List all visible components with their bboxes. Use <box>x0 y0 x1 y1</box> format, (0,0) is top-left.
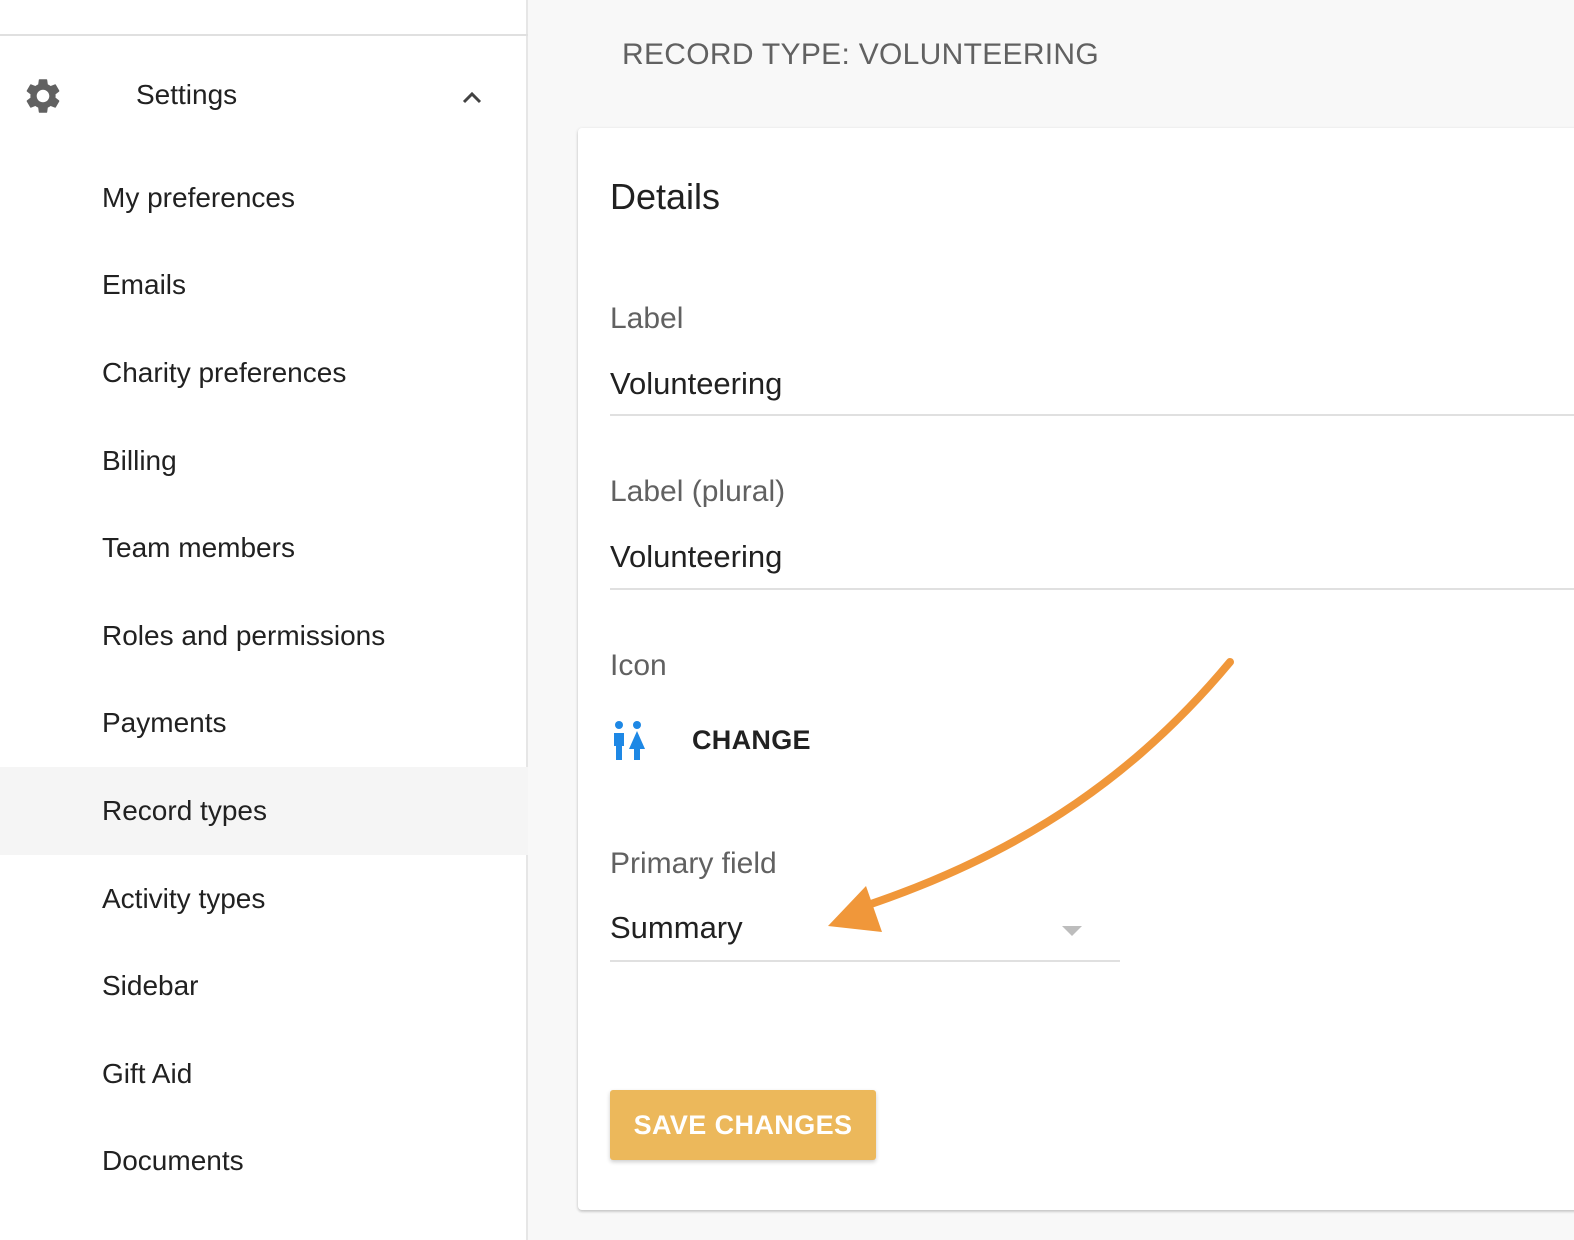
sidebar-item-payments[interactable]: Payments <box>0 680 528 768</box>
sidebar-item-emails[interactable]: Emails <box>0 242 528 330</box>
label-input[interactable]: Volunteering <box>610 366 782 402</box>
card-title: Details <box>610 176 721 217</box>
primary-field-select[interactable]: Summary <box>610 910 743 946</box>
label-plural-input-underline <box>610 588 1574 590</box>
settings-nav-list: My preferences Emails Charity preference… <box>0 154 528 1205</box>
settings-section-toggle[interactable]: Settings <box>0 52 528 138</box>
sidebar-divider <box>0 34 528 36</box>
save-changes-button[interactable]: SAVE CHANGES <box>610 1090 876 1160</box>
icon-field-label: Icon <box>610 649 667 682</box>
sidebar-item-gift-aid[interactable]: Gift Aid <box>0 1030 528 1118</box>
label-input-underline <box>610 414 1574 416</box>
sidebar-item-sidebar[interactable]: Sidebar <box>0 942 528 1030</box>
people-icon <box>614 721 645 760</box>
label-plural-input[interactable]: Volunteering <box>610 539 782 575</box>
sidebar-item-charity-preferences[interactable]: Charity preferences <box>0 329 528 417</box>
sidebar-item-record-types[interactable]: Record types <box>0 767 528 855</box>
change-icon-button[interactable]: CHANGE <box>692 725 811 756</box>
chevron-up-icon[interactable] <box>456 82 488 114</box>
sidebar-item-documents[interactable]: Documents <box>0 1118 528 1206</box>
label-plural-field-label: Label (plural) <box>610 475 786 508</box>
sidebar: Settings My preferences Emails Charity p… <box>0 0 528 1240</box>
details-card: Details Label Volunteering Label (plural… <box>578 128 1574 1210</box>
dropdown-arrow-icon[interactable] <box>1062 926 1082 936</box>
page-title: RECORD TYPE: VOLUNTEERING <box>622 38 1100 71</box>
primary-field-label: Primary field <box>610 847 777 880</box>
primary-field-underline <box>610 960 1120 962</box>
sidebar-item-billing[interactable]: Billing <box>0 417 528 505</box>
sidebar-item-activity-types[interactable]: Activity types <box>0 855 528 943</box>
label-field-label: Label <box>610 302 684 335</box>
gear-icon <box>26 79 60 113</box>
sidebar-item-my-preferences[interactable]: My preferences <box>0 154 528 242</box>
settings-label: Settings <box>136 79 238 110</box>
sidebar-item-roles-and-permissions[interactable]: Roles and permissions <box>0 592 528 680</box>
sidebar-item-team-members[interactable]: Team members <box>0 504 528 592</box>
